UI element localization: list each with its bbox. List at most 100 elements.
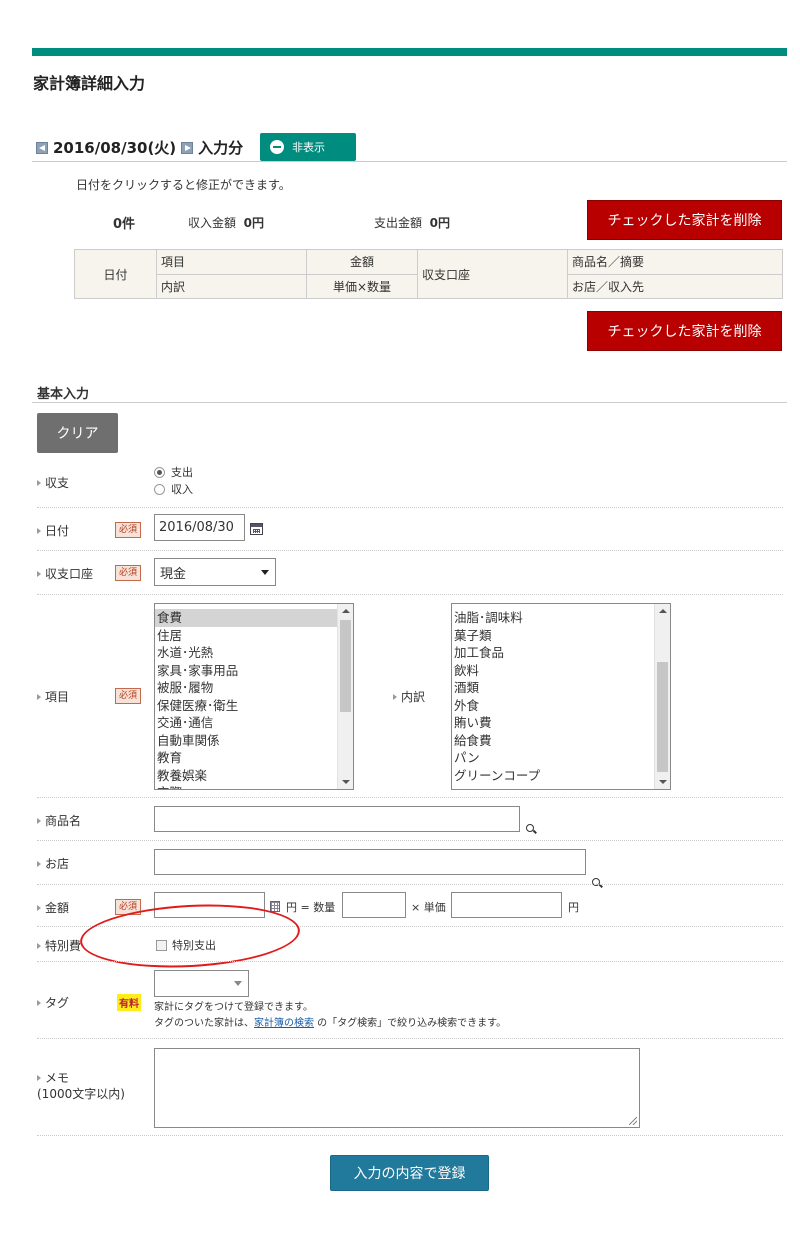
memo-limit: (1000文字以内) [37,1087,125,1101]
list-item[interactable]: 加工食品 [452,644,670,662]
minus-circle-icon [270,140,284,154]
row-divider [37,1038,783,1039]
delete-checked-button-bottom[interactable]: チェックした家計を削除 [587,311,782,351]
next-day-icon[interactable] [181,141,194,154]
delete-checked-button-top[interactable]: チェックした家計を削除 [587,200,782,240]
scroll-thumb[interactable] [340,620,351,712]
tag-note-2: タグのついた家計は、家計簿の検索 の「タグ検索」で絞り込み検索できます。 [154,1016,506,1032]
breakdown-listbox[interactable]: 油脂･調味料 菓子類 加工食品 飲料 酒類 外食 賄い費 給食費 パン グリーン… [451,603,671,790]
search-icon[interactable] [526,824,537,835]
item-row-label: 項目 [37,688,69,705]
list-item[interactable]: 食費 [155,609,353,627]
item-listbox[interactable]: 食費 住居 水道･光熱 家具･家事用品 被服･履物 保健医療･衛生 交通･通信 … [154,603,354,790]
list-item[interactable]: 外食 [452,697,670,715]
list-item[interactable]: グリーンコープ [452,767,670,785]
quantity-input[interactable] [342,892,406,918]
list-item[interactable]: 交際 [155,784,353,789]
edit-hint: 日付をクリックすると修正ができます。 [76,178,291,192]
scroll-up-icon[interactable] [342,609,350,613]
list-item[interactable]: 住居 [155,627,353,645]
bullet-icon [37,942,41,949]
radio-expense[interactable]: 支出 [154,464,193,480]
list-item[interactable]: 飲料 [452,662,670,680]
scroll-up-icon[interactable] [659,609,667,613]
income-value: 0円 [243,216,265,230]
times-label: × [411,901,421,914]
product-row-label: 商品名 [37,812,81,829]
list-item[interactable]: 水道･光熱 [155,644,353,662]
list-item[interactable]: 自動車関係 [155,732,353,750]
col-amount: 金額 [306,249,418,275]
radio-expense-label: 支出 [171,466,193,479]
expense-label: 支出金額 [374,216,423,230]
unit-price-label: 単価 [423,901,446,914]
product-input[interactable] [154,806,520,832]
list-item[interactable]: 交通･通信 [155,714,353,732]
shop-row-label: お店 [37,855,69,872]
search-link[interactable]: 家計簿の検索 [254,1018,314,1029]
clear-button[interactable]: クリア [37,413,118,453]
scrollbar[interactable] [337,604,353,789]
income-label: 収入金額 [188,216,237,230]
section-heading: 基本入力 [37,387,90,402]
income-total: 収入金額 0円 [188,214,264,231]
header-bar [32,48,787,56]
date-row-label: 日付 [37,522,69,539]
equals-label: = [300,901,310,914]
shop-label: お店 [45,857,70,871]
radio-income[interactable]: 収入 [154,481,193,497]
list-item[interactable]: 教養娯楽 [155,767,353,785]
resize-handle-icon[interactable] [629,1117,637,1125]
special-label: 特別費 [45,939,82,953]
scroll-down-icon[interactable] [659,780,667,784]
hide-button[interactable]: 非表示 [260,133,356,161]
list-item[interactable]: 菓子類 [452,627,670,645]
row-divider [37,840,783,841]
list-item[interactable]: 給食費 [452,732,670,750]
prev-day-icon[interactable] [36,141,48,154]
paid-badge: 有料 [117,994,141,1011]
page-title: 家計簿詳細入力 [33,74,146,93]
radio-off-icon[interactable] [154,483,165,495]
bullet-icon [37,693,41,700]
shop-input[interactable] [154,849,586,875]
bullet-icon [37,527,41,534]
calendar-icon[interactable] [250,523,263,535]
scroll-down-icon[interactable] [342,780,350,784]
list-item[interactable]: パン [452,749,670,767]
account-select[interactable]: 現金 [154,558,276,586]
register-button[interactable]: 入力の内容で登録 [330,1155,489,1191]
scrollbar[interactable] [654,604,670,789]
bullet-icon [37,1075,41,1081]
scroll-thumb[interactable] [657,662,668,772]
radio-on-icon[interactable] [154,466,165,478]
list-item[interactable]: 油脂･調味料 [452,609,670,627]
type-label: 収支 [45,476,70,490]
tag-note-1: 家計にタグをつけて登録できます。 [154,1002,313,1013]
list-item[interactable]: 被服･履物 [155,679,353,697]
expense-value: 0円 [429,216,451,230]
unit-price-input[interactable] [451,892,562,918]
list-date: 2016/08/30(火) [53,139,177,157]
date-input[interactable]: 2016/08/30 [154,514,245,541]
chevron-down-icon [261,569,269,575]
bullet-icon [37,904,41,911]
col-shop: お店／収入先 [567,273,783,299]
tag-select[interactable] [154,970,249,997]
row-divider [37,961,783,962]
unit-yen-label: 円 [568,901,579,914]
account-row-label: 収支口座 [37,565,93,582]
row-divider [37,507,783,508]
list-suffix: 入力分 [198,139,244,157]
row-divider [37,884,783,885]
unit-price-group: × 単価 [411,899,446,915]
memo-label: メモ [45,1071,70,1085]
list-item[interactable]: 家具･家事用品 [155,662,353,680]
list-item[interactable]: 保健医療･衛生 [155,697,353,715]
list-item[interactable]: 教育 [155,749,353,767]
divider [32,402,787,403]
list-item[interactable]: 賄い費 [452,714,670,732]
col-account: 収支口座 [417,249,568,299]
list-item[interactable]: 酒類 [452,679,670,697]
memo-textarea[interactable] [154,1048,640,1128]
